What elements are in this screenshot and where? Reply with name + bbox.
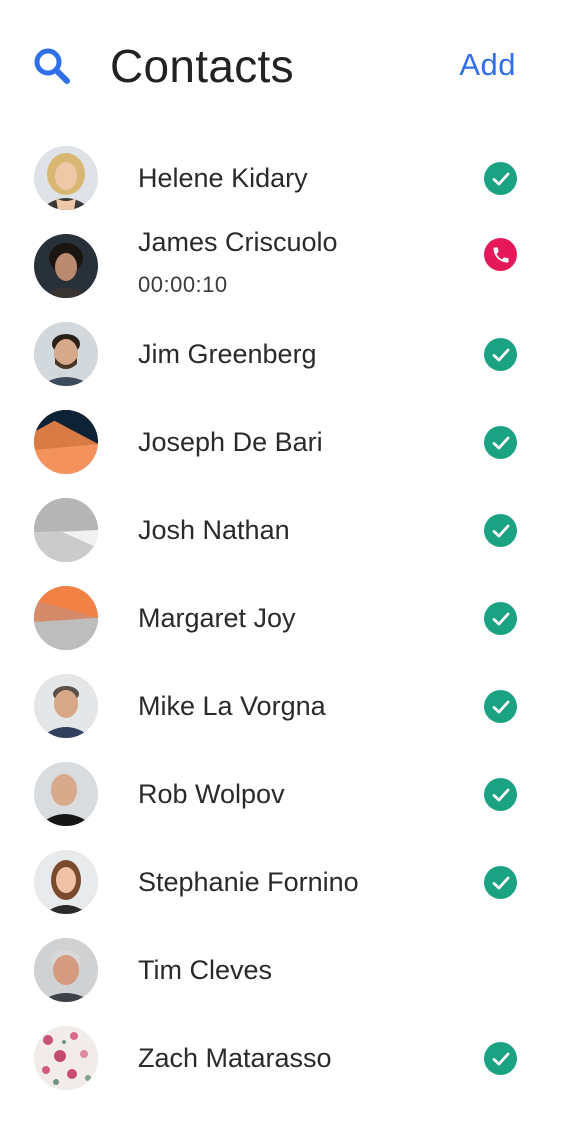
status-badge [484, 690, 517, 723]
status-badge [484, 238, 517, 271]
avatar [34, 410, 98, 474]
contact-name: Margaret Joy [138, 603, 296, 633]
check-icon [492, 612, 509, 625]
contact-row[interactable]: Margaret Joy [0, 574, 572, 662]
phone-icon [493, 247, 508, 262]
avatar [34, 234, 98, 298]
status-badge [484, 338, 517, 371]
check-icon [492, 788, 509, 801]
add-contact-button[interactable]: Add [459, 44, 516, 86]
contact-row[interactable]: Zach Matarasso [0, 1014, 572, 1102]
contact-row[interactable]: Josh Nathan [0, 486, 572, 574]
avatar [34, 938, 98, 1002]
check-icon [492, 1052, 509, 1065]
call-timer: 00:00:10 [138, 272, 228, 297]
search-icon [34, 48, 70, 84]
contact-row[interactable]: Stephanie Fornino [0, 838, 572, 926]
status-badge [484, 866, 517, 899]
status-badge [484, 162, 517, 195]
status-badge [484, 514, 517, 547]
status-badge [484, 602, 517, 635]
status-badge [484, 426, 517, 459]
search-button[interactable] [30, 44, 74, 88]
contact-list: Helene Kidary James Criscuolo 00:00:10 J… [0, 134, 572, 1102]
contact-row[interactable]: Tim Cleves [0, 926, 572, 1014]
contact-row[interactable]: James Criscuolo 00:00:10 [0, 222, 572, 310]
avatar [34, 674, 98, 738]
status-badge [484, 1042, 517, 1075]
check-icon [492, 876, 509, 889]
contact-name: Jim Greenberg [138, 339, 317, 369]
avatar [34, 498, 98, 562]
page-title: Contacts [110, 40, 294, 92]
avatar [34, 850, 98, 914]
contact-row[interactable]: Joseph De Bari [0, 398, 572, 486]
contact-name: Stephanie Fornino [138, 867, 359, 897]
contact-name: Joseph De Bari [138, 427, 323, 457]
check-icon [492, 172, 509, 185]
check-icon [492, 436, 509, 449]
contact-name: Josh Nathan [138, 515, 290, 545]
contact-name: Rob Wolpov [138, 779, 285, 809]
contact-name: James Criscuolo [138, 227, 338, 257]
avatar [34, 1026, 98, 1090]
contact-row[interactable]: Helene Kidary [0, 134, 572, 222]
contact-name: Tim Cleves [138, 955, 273, 985]
contact-row[interactable]: Jim Greenberg [0, 310, 572, 398]
avatar [34, 586, 98, 650]
contact-row[interactable]: Mike La Vorgna [0, 662, 572, 750]
contact-row[interactable]: Rob Wolpov [0, 750, 572, 838]
avatar [34, 146, 98, 210]
contact-name: Zach Matarasso [138, 1043, 332, 1073]
check-icon [492, 348, 509, 361]
contact-name: Helene Kidary [138, 163, 308, 193]
header: Contacts Add [0, 0, 572, 130]
avatar [34, 322, 98, 386]
avatar [34, 762, 98, 826]
check-icon [492, 524, 509, 537]
check-icon [492, 700, 509, 713]
status-badge [484, 778, 517, 811]
contact-name: Mike La Vorgna [138, 691, 326, 721]
